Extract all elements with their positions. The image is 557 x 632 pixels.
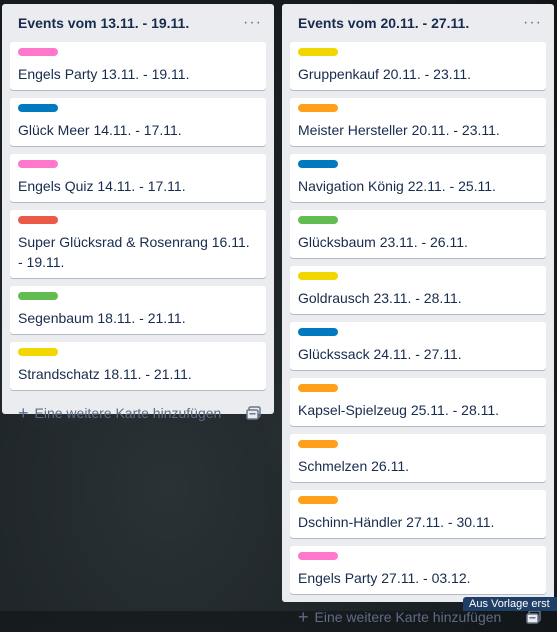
add-card-button[interactable]: + Eine weitere Karte hinzufügen — [18, 404, 221, 422]
card[interactable]: Navigation König 22.11. - 25.11. — [290, 154, 546, 202]
card-label[interactable] — [18, 216, 58, 224]
card-title: Meister Hersteller 20.11. - 23.11. — [298, 122, 500, 138]
card-label[interactable] — [298, 440, 338, 448]
card-template-icon[interactable] — [246, 405, 262, 421]
card-title: Schmelzen 26.11. — [298, 458, 410, 474]
card-title: Navigation König 22.11. - 25.11. — [298, 178, 496, 194]
card-title: Engels Party 13.11. - 19.11. — [18, 66, 190, 82]
card[interactable]: Schmelzen 26.11. — [290, 434, 546, 482]
card-label[interactable] — [298, 328, 338, 336]
card[interactable]: Engels Party 13.11. - 19.11. — [10, 42, 266, 90]
card[interactable]: Engels Party 27.11. - 03.12. — [290, 546, 546, 594]
list-events-20-27: Events vom 20.11. - 27.11. ··· Gruppenka… — [282, 4, 554, 626]
card-label[interactable] — [298, 104, 338, 112]
card-title: Kapsel-Spielzeug 25.11. - 28.11. — [298, 402, 500, 418]
plus-icon: + — [18, 403, 29, 423]
card-title: Strandschatz 18.11. - 21.11. — [18, 366, 192, 382]
card[interactable]: Dschinn-Händler 27.11. - 30.11. — [290, 490, 546, 538]
card-title: Engels Party 27.11. - 03.12. — [298, 570, 471, 586]
card-label[interactable] — [298, 160, 338, 168]
card-title: Glückssack 24.11. - 27.11. — [298, 346, 462, 362]
card-label[interactable] — [298, 384, 338, 392]
card-label[interactable] — [298, 552, 338, 560]
card-label[interactable] — [298, 48, 338, 56]
card-title: Segenbaum 18.11. - 21.11. — [18, 310, 186, 326]
card[interactable]: Strandschatz 18.11. - 21.11. — [10, 342, 266, 390]
list-header: Events vom 20.11. - 27.11. ··· — [290, 4, 546, 42]
card[interactable]: Glückssack 24.11. - 27.11. — [290, 322, 546, 370]
list-events-13-19: Events vom 13.11. - 19.11. ··· Engels Pa… — [2, 4, 274, 422]
add-card-label: Eine weitere Karte hinzufügen — [34, 405, 222, 421]
card-title: Glück Meer 14.11. - 17.11. — [18, 122, 182, 138]
card-title: Glücksbaum 23.11. - 26.11. — [298, 234, 468, 250]
list-title[interactable]: Events vom 13.11. - 19.11. — [18, 15, 189, 31]
card-title: Super Glücksrad & Rosenrang 16.11. - 19.… — [18, 234, 250, 270]
card-label[interactable] — [18, 104, 58, 112]
card[interactable]: Kapsel-Spielzeug 25.11. - 28.11. — [290, 378, 546, 426]
list-title[interactable]: Events vom 20.11. - 27.11. — [298, 15, 469, 31]
card[interactable]: Segenbaum 18.11. - 21.11. — [10, 286, 266, 334]
card[interactable]: Engels Quiz 14.11. - 17.11. — [10, 154, 266, 202]
card-label[interactable] — [298, 496, 338, 504]
card-label[interactable] — [18, 348, 58, 356]
card[interactable]: Meister Hersteller 20.11. - 23.11. — [290, 98, 546, 146]
card[interactable]: Glücksbaum 23.11. - 26.11. — [290, 210, 546, 258]
card-template-icon[interactable] — [526, 609, 542, 625]
card[interactable]: Gruppenkauf 20.11. - 23.11. — [290, 42, 546, 90]
card-label[interactable] — [18, 292, 58, 300]
card-title: Dschinn-Händler 27.11. - 30.11. — [298, 514, 495, 530]
card-label[interactable] — [298, 272, 338, 280]
more-horizontal-icon[interactable]: ··· — [523, 15, 542, 31]
list-header: Events vom 13.11. - 19.11. ··· — [10, 4, 266, 42]
card-label[interactable] — [298, 216, 338, 224]
template-badge[interactable]: Aus Vorlage erst — [463, 597, 557, 611]
card-list: Engels Party 13.11. - 19.11. Glück Meer … — [10, 42, 266, 390]
card[interactable]: Super Glücksrad & Rosenrang 16.11. - 19.… — [10, 210, 266, 278]
list-footer: + Eine weitere Karte hinzufügen — [10, 398, 266, 428]
add-card-label: Eine weitere Karte hinzufügen — [314, 609, 502, 625]
card[interactable]: Glück Meer 14.11. - 17.11. — [10, 98, 266, 146]
card-list: Gruppenkauf 20.11. - 23.11. Meister Hers… — [290, 42, 546, 594]
card-title: Goldrausch 23.11. - 28.11. — [298, 290, 462, 306]
card-label[interactable] — [18, 160, 58, 168]
card[interactable]: Goldrausch 23.11. - 28.11. — [290, 266, 546, 314]
card-title: Engels Quiz 14.11. - 17.11. — [18, 178, 186, 194]
more-horizontal-icon[interactable]: ··· — [243, 15, 262, 31]
card-label[interactable] — [18, 48, 58, 56]
card-title: Gruppenkauf 20.11. - 23.11. — [298, 66, 472, 82]
